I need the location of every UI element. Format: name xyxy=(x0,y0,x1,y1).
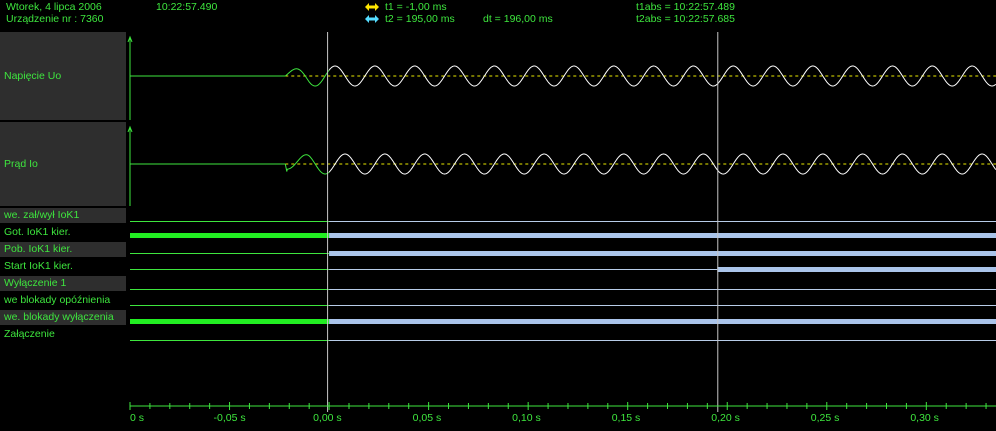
time-axis-tick-label: 0,30 s xyxy=(910,412,939,424)
waveform-plot[interactable] xyxy=(0,0,996,431)
time-axis-tick-label: 0,25 s xyxy=(810,412,840,424)
time-axis-tick-label: 0 s xyxy=(130,412,145,424)
digital-trace-6-high-pre xyxy=(130,319,330,324)
digital-trace-6-high xyxy=(329,319,996,324)
time-axis-tick-label: 0,15 s xyxy=(611,412,641,424)
digital-trace-1-high-pre xyxy=(130,233,330,238)
time-axis-tick-label: 0,20 s xyxy=(711,412,740,424)
digital-trace-2-high xyxy=(329,251,996,256)
time-axis-tick-label: -0,05 s xyxy=(213,412,246,424)
time-axis-tick-label: 0,00 s xyxy=(313,412,342,424)
digital-trace-1-high xyxy=(329,233,996,238)
time-axis-tick-label: 0,10 s xyxy=(512,412,541,424)
time-axis-tick-label: 0,05 s xyxy=(412,412,442,424)
digital-trace-3-high xyxy=(717,267,996,272)
